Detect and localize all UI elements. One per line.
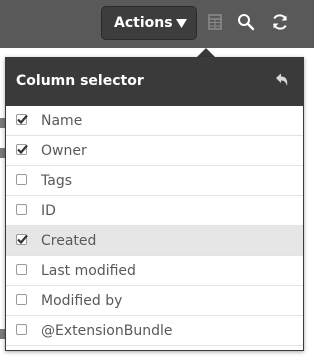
caret-down-icon xyxy=(176,19,187,28)
checkmark-icon xyxy=(17,114,28,125)
column-checkbox[interactable] xyxy=(16,324,27,335)
actions-button[interactable]: Actions xyxy=(101,6,197,40)
column-label: Tags xyxy=(41,173,72,189)
checkmark-icon xyxy=(17,234,28,245)
column-row[interactable]: Created xyxy=(6,226,303,256)
popover-title: Column selector xyxy=(16,73,144,89)
column-row[interactable]: Last modified xyxy=(6,256,303,286)
popover-arrow xyxy=(197,48,215,57)
popover-header: Column selector xyxy=(6,58,303,106)
search-icon[interactable] xyxy=(236,12,256,32)
column-selector-popover: Column selector Name Owner Tags ID Created La… xyxy=(5,57,304,351)
column-row[interactable]: @ExtensionBundle xyxy=(6,316,303,346)
column-checkbox[interactable] xyxy=(16,144,28,155)
column-checkbox[interactable] xyxy=(16,234,28,245)
column-row[interactable]: Tags xyxy=(6,166,303,196)
undo-icon[interactable] xyxy=(273,72,291,90)
actions-label: Actions xyxy=(114,15,173,31)
column-row[interactable]: Modified by xyxy=(6,286,303,316)
table-icon[interactable] xyxy=(205,12,225,32)
top-toolbar: Actions xyxy=(0,0,314,48)
column-checkbox[interactable] xyxy=(16,264,27,275)
column-checkbox[interactable] xyxy=(16,114,28,125)
column-label: Modified by xyxy=(41,293,123,309)
column-label: ID xyxy=(41,203,56,219)
column-row[interactable]: Name xyxy=(6,106,303,136)
column-row[interactable]: Owner xyxy=(6,136,303,166)
column-checkbox[interactable] xyxy=(16,204,27,215)
column-list: Name Owner Tags ID Created Last modified Modif… xyxy=(6,106,303,346)
column-label: Owner xyxy=(41,143,87,159)
column-label: Created xyxy=(41,233,97,249)
column-checkbox[interactable] xyxy=(16,294,27,305)
column-label: @ExtensionBundle xyxy=(41,323,173,339)
column-row[interactable]: ID xyxy=(6,196,303,226)
column-checkbox[interactable] xyxy=(16,174,27,185)
checkmark-icon xyxy=(17,144,28,155)
column-label: Name xyxy=(41,113,83,129)
refresh-icon[interactable] xyxy=(270,12,290,32)
column-label: Last modified xyxy=(41,263,136,279)
